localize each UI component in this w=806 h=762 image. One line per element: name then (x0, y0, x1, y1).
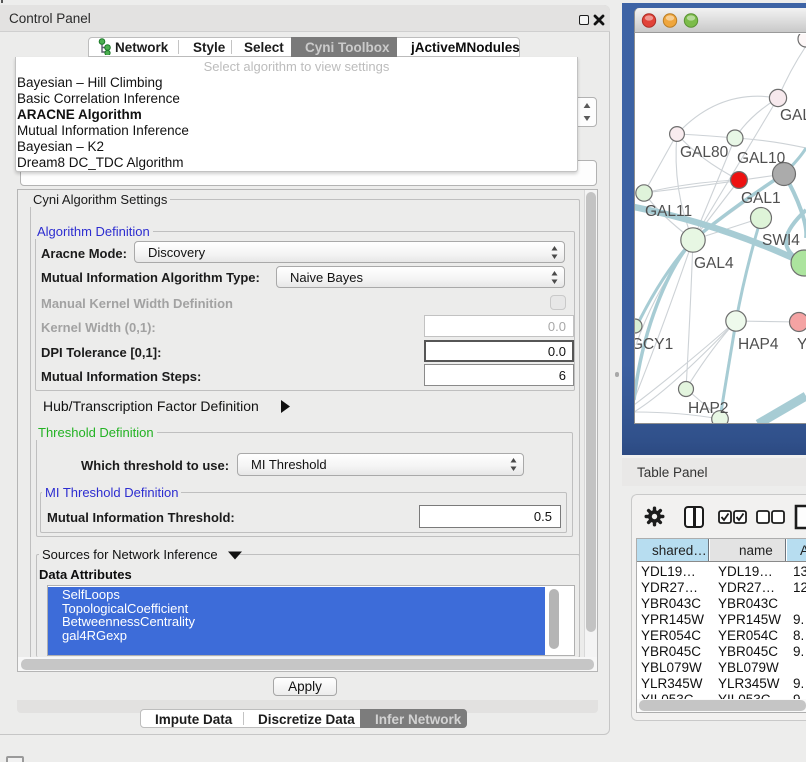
svg-text:GAL10: GAL10 (737, 150, 786, 167)
svg-text:GAL4: GAL4 (694, 255, 734, 272)
svg-text:Y: Y (797, 336, 806, 353)
svg-text:GCY1: GCY1 (635, 336, 673, 353)
svg-text:GAL80: GAL80 (680, 144, 729, 161)
svg-text:GAL11: GAL11 (645, 203, 692, 220)
svg-text:GAL: GAL (780, 107, 806, 124)
svg-text:HAP4: HAP4 (738, 336, 779, 353)
svg-text:SWI4: SWI4 (762, 232, 800, 249)
svg-text:GAL1: GAL1 (741, 190, 781, 207)
svg-text:HAP2: HAP2 (688, 400, 729, 417)
